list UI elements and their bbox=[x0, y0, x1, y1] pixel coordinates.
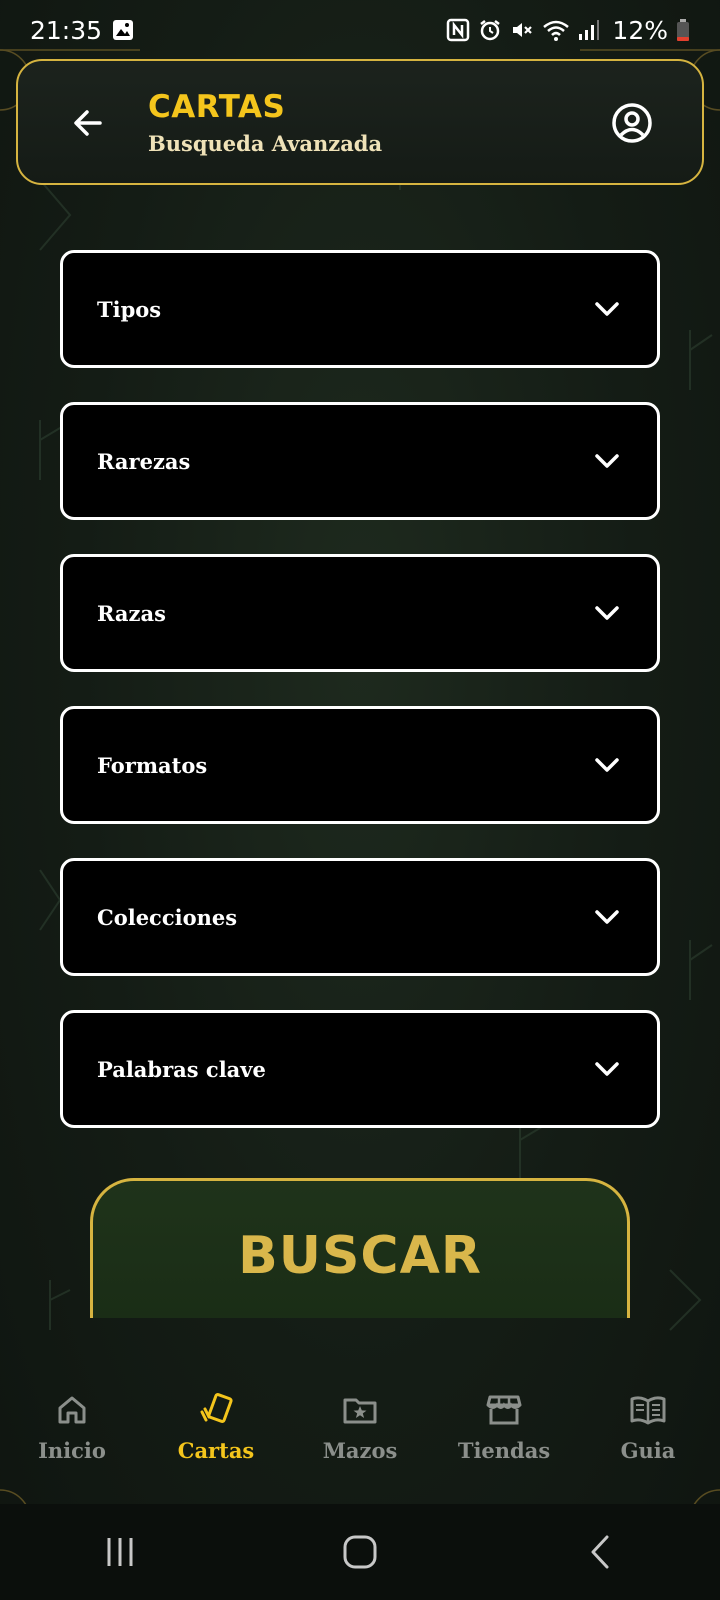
filter-label: Rarezas bbox=[97, 448, 191, 474]
book-icon bbox=[628, 1390, 668, 1430]
filter-razas[interactable]: Razas bbox=[60, 554, 660, 672]
filter-label: Formatos bbox=[97, 752, 208, 778]
chevron-down-icon bbox=[593, 599, 621, 627]
home-icon bbox=[52, 1390, 92, 1430]
store-icon bbox=[484, 1390, 524, 1430]
nav-label: Mazos bbox=[322, 1438, 398, 1463]
bottom-navigation: Inicio Cartas Mazos Tiendas Guia bbox=[0, 1368, 720, 1504]
filter-colecciones[interactable]: Colecciones bbox=[60, 858, 660, 976]
filter-label: Razas bbox=[97, 600, 166, 626]
chevron-down-icon bbox=[593, 903, 621, 931]
user-circle-icon bbox=[612, 103, 652, 143]
nav-item-cartas[interactable]: Cartas bbox=[146, 1390, 286, 1463]
recent-apps-icon bbox=[107, 1538, 133, 1566]
search-button[interactable]: BUSCAR bbox=[90, 1178, 630, 1318]
nav-item-inicio[interactable]: Inicio bbox=[2, 1390, 142, 1463]
nav-item-mazos[interactable]: Mazos bbox=[290, 1390, 430, 1463]
home-square-icon bbox=[343, 1535, 377, 1569]
chevron-down-icon bbox=[593, 1055, 621, 1083]
mute-icon bbox=[513, 23, 533, 37]
arrow-left-icon bbox=[74, 110, 102, 136]
filter-tipos[interactable]: Tipos bbox=[60, 250, 660, 368]
system-navigation-bar bbox=[0, 1504, 720, 1600]
folder-star-icon bbox=[340, 1390, 380, 1430]
filter-palabras-clave[interactable]: Palabras clave bbox=[60, 1010, 660, 1128]
chevron-down-icon bbox=[593, 751, 621, 779]
filter-rarezas[interactable]: Rarezas bbox=[60, 402, 660, 520]
recent-apps-button[interactable] bbox=[80, 1522, 160, 1582]
nav-label: Cartas bbox=[177, 1438, 255, 1463]
page-title: CARTAS bbox=[148, 89, 286, 125]
app-header: CARTAS Busqueda Avanzada bbox=[16, 59, 704, 185]
nfc-icon bbox=[447, 18, 470, 42]
image-icon bbox=[113, 20, 134, 40]
status-bar: 21:35 12% bbox=[0, 0, 720, 60]
chevron-down-icon bbox=[593, 447, 621, 475]
nav-label: Inicio bbox=[38, 1438, 106, 1463]
filter-formatos[interactable]: Formatos bbox=[60, 706, 660, 824]
battery-icon bbox=[677, 19, 689, 41]
profile-button[interactable] bbox=[610, 101, 654, 145]
status-time: 21:35 bbox=[30, 15, 103, 45]
chevron-left-icon bbox=[591, 1535, 609, 1569]
signal-icon bbox=[579, 20, 600, 40]
back-button[interactable] bbox=[66, 101, 110, 145]
filter-label: Tipos bbox=[97, 296, 162, 322]
alarm-icon bbox=[480, 20, 501, 41]
page-subtitle: Busqueda Avanzada bbox=[148, 131, 383, 156]
home-button[interactable] bbox=[320, 1522, 400, 1582]
battery-percent: 12% bbox=[612, 15, 668, 45]
filter-label: Colecciones bbox=[97, 904, 238, 930]
chevron-down-icon bbox=[593, 295, 621, 323]
back-system-button[interactable] bbox=[560, 1522, 640, 1582]
nav-item-tiendas[interactable]: Tiendas bbox=[434, 1390, 574, 1463]
nav-label: Guia bbox=[620, 1438, 676, 1463]
cards-icon bbox=[196, 1390, 236, 1430]
wifi-icon bbox=[543, 20, 570, 41]
advanced-filters: Tipos Rarezas Razas Formatos Colecciones… bbox=[60, 250, 660, 1162]
nav-label: Tiendas bbox=[457, 1438, 551, 1463]
nav-item-guia[interactable]: Guia bbox=[578, 1390, 718, 1463]
filter-label: Palabras clave bbox=[97, 1056, 266, 1082]
header-titles: CARTAS Busqueda Avanzada bbox=[148, 89, 382, 156]
search-button-label: BUSCAR bbox=[238, 1225, 482, 1286]
